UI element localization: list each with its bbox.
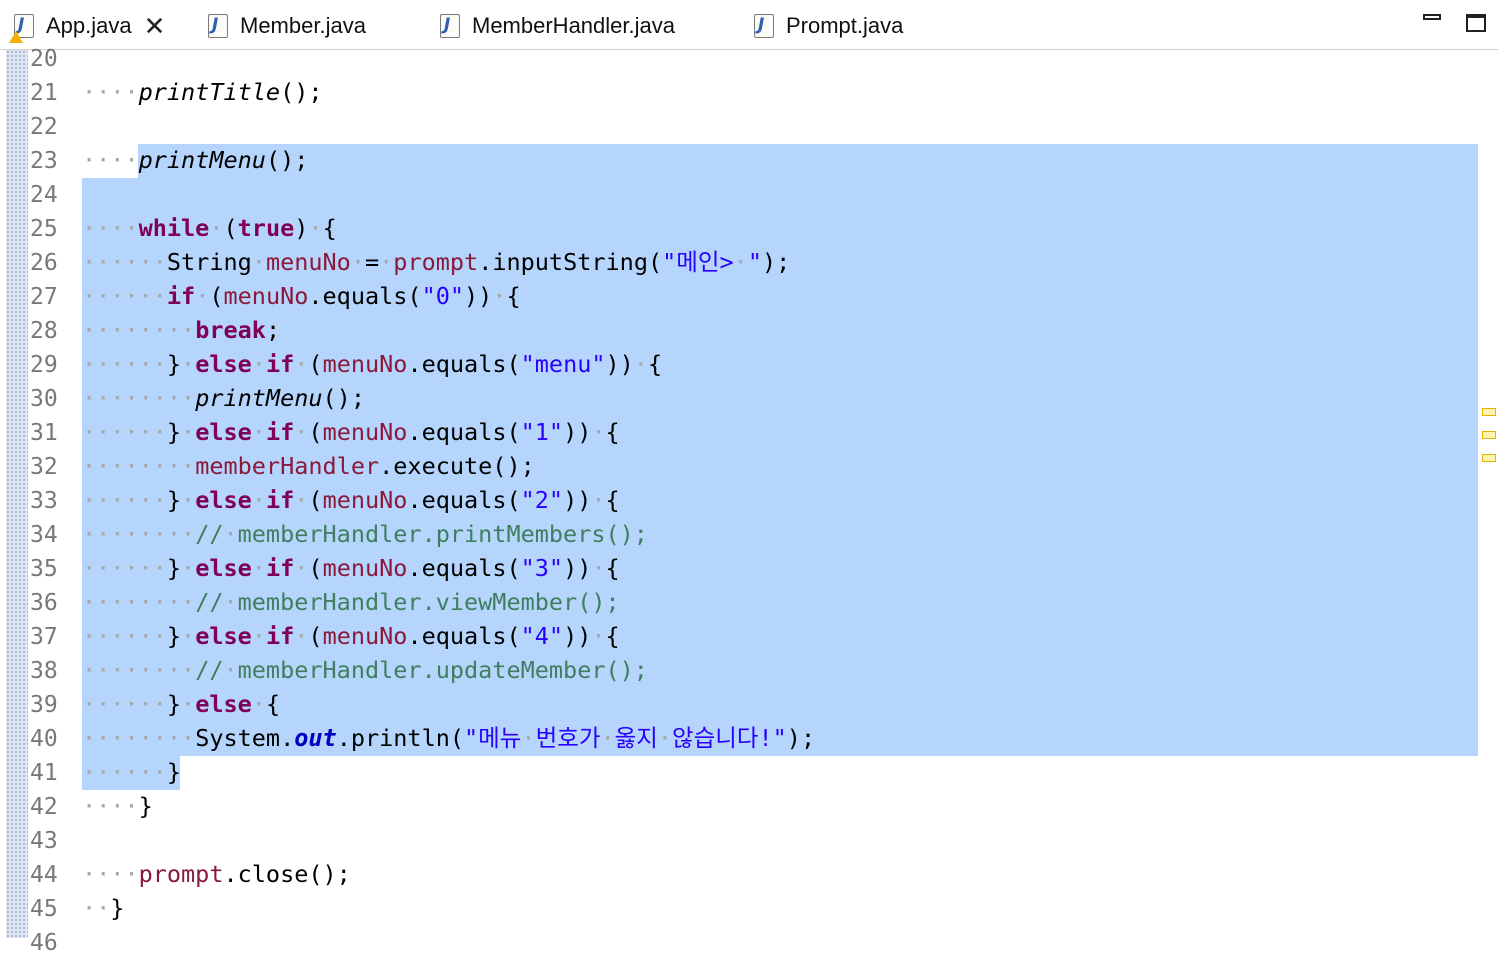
code-line: ······}·else·if·(menuNo.equals("3"))·{	[82, 554, 620, 582]
occurrence-marker[interactable]	[1482, 431, 1496, 439]
code-line: ··}	[82, 894, 125, 922]
code-line: ····while·(true)·{	[82, 214, 337, 242]
code-line: ····}	[82, 792, 153, 820]
code-line: ········System.out.println("메뉴·번호가·옳지·않습…	[82, 724, 816, 752]
code-line: ········//·memberHandler.updateMember();	[82, 656, 648, 684]
code-line: ····printTitle();	[82, 78, 323, 106]
occurrence-marker[interactable]	[1482, 408, 1496, 416]
code-line: ········printMenu();	[82, 384, 365, 412]
code-line: ········//·memberHandler.printMembers();	[82, 520, 648, 548]
code-line: ······}·else·if·(menuNo.equals("menu"))·…	[82, 350, 663, 378]
code-line: ······}·else·if·(menuNo.equals("4"))·{	[82, 622, 620, 650]
code-line: ······}·else·if·(menuNo.equals("1"))·{	[82, 418, 620, 446]
occurrence-marker[interactable]	[1482, 454, 1496, 462]
code-line: ····prompt.close();	[82, 860, 351, 888]
code-line: ······}	[82, 758, 182, 786]
code-line: ········//·memberHandler.viewMember();	[82, 588, 620, 616]
code-line: ····printMenu();	[82, 146, 309, 174]
code-line: ········memberHandler.execute();	[82, 452, 535, 480]
overview-ruler	[1480, 50, 1498, 938]
code-editor[interactable]: ····printTitle(); ····printMenu(); ····w…	[0, 0, 1498, 938]
code-line: ······String·menuNo·=·prompt.inputString…	[82, 248, 791, 276]
code-line: ······if·(menuNo.equals("0"))·{	[82, 282, 521, 310]
code-line: ······}·else·if·(menuNo.equals("2"))·{	[82, 486, 620, 514]
selection-highlight	[138, 144, 1478, 178]
code-line: ······}·else·{	[82, 690, 281, 718]
code-line: ········break;	[82, 316, 281, 344]
